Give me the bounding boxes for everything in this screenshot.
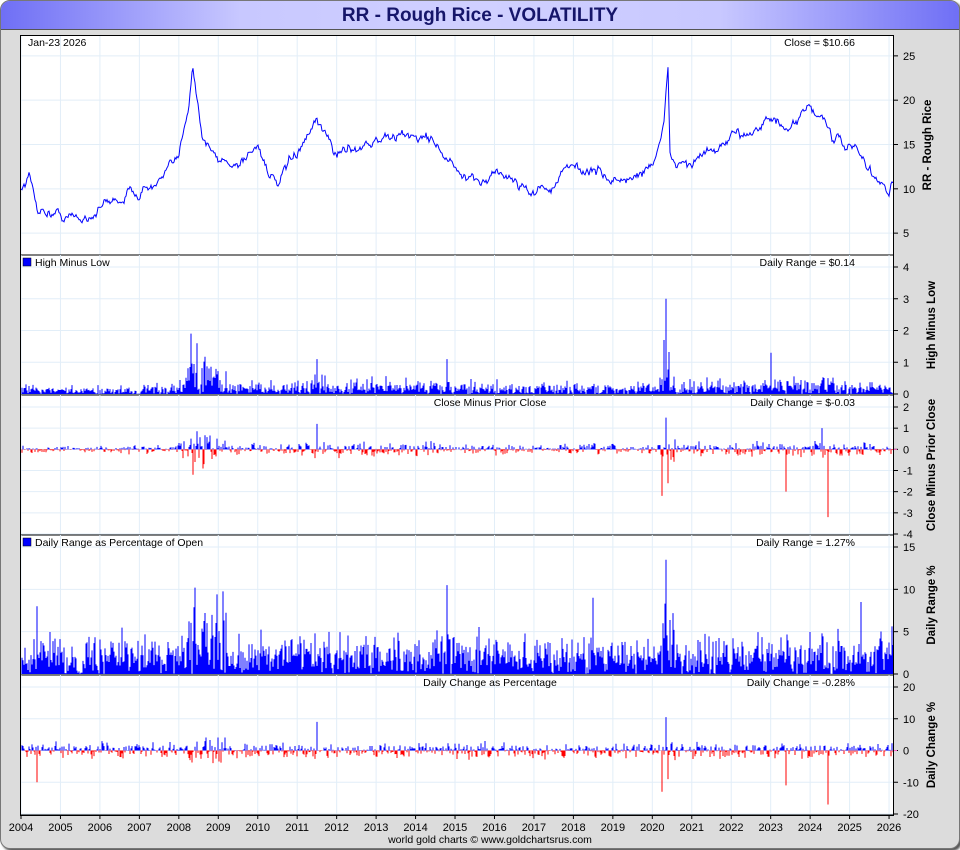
x-tick-label: 2013 (364, 822, 388, 834)
y-tick-label: 20 (903, 95, 915, 107)
plot-background (20, 35, 894, 815)
panel-title: Daily Range as Percentage of Open (35, 537, 203, 549)
x-tick-label: 2022 (719, 822, 743, 834)
x-tick-label: 2009 (206, 822, 230, 834)
panel-title: High Minus Low (35, 257, 110, 269)
y-tick-label: -10 (903, 777, 919, 789)
x-tick-label: 2017 (522, 822, 546, 834)
y-tick-label: 10 (903, 584, 915, 596)
footer-credit: world gold charts © www.goldchartsrus.co… (387, 834, 592, 846)
y-tick-label: -2 (903, 487, 913, 499)
y-tick-label: -1 (903, 466, 913, 478)
y-tick-label: 0 (903, 746, 909, 758)
y-tick-label: 2 (903, 402, 909, 414)
x-tick-label: 2019 (601, 822, 625, 834)
legend-swatch (22, 257, 32, 267)
y-tick-label: 3 (903, 294, 909, 306)
x-tick-label: 2006 (88, 822, 112, 834)
y-axis-label: High Minus Low (926, 281, 938, 369)
legend-swatch (22, 537, 32, 547)
y-tick-label: 5 (903, 627, 909, 639)
x-tick-label: 2010 (245, 822, 269, 834)
x-tick-label: 2026 (877, 822, 901, 834)
y-axis-label: RR - Rough Rice (922, 100, 934, 191)
y-tick-label: 1 (903, 423, 909, 435)
y-tick-label: 15 (903, 542, 915, 554)
y-axis-label: Daily Change % (926, 702, 938, 788)
y-tick-label: 10 (903, 714, 915, 726)
value-label: Daily Range = 1.27% (756, 537, 855, 549)
date-label: Jan-23 2026 (28, 37, 87, 49)
y-tick-label: 0 (903, 669, 909, 681)
x-tick-label: 2024 (798, 822, 822, 834)
y-tick-label: 4 (903, 262, 909, 274)
x-tick-label: 2005 (48, 822, 72, 834)
x-tick-label: 2021 (680, 822, 704, 834)
y-tick-label: 25 (903, 51, 915, 63)
x-tick-label: 2018 (561, 822, 585, 834)
x-tick-label: 2014 (403, 822, 427, 834)
y-tick-label: 20 (903, 682, 915, 694)
value-label: Daily Change = -0.28% (747, 677, 855, 689)
value-label: Daily Change = $-0.03 (750, 397, 855, 409)
x-tick-label: 2016 (482, 822, 506, 834)
x-tick-label: 2025 (837, 822, 861, 834)
y-tick-label: -3 (903, 508, 913, 520)
panel-title: Close Minus Prior Close (434, 397, 547, 409)
x-tick-label: 2012 (324, 822, 348, 834)
x-tick-label: 2015 (443, 822, 467, 834)
x-tick-label: 2023 (758, 822, 782, 834)
x-tick-label: 2007 (127, 822, 151, 834)
y-tick-label: 5 (903, 228, 909, 240)
x-tick-label: 2011 (285, 822, 309, 834)
y-tick-label: 0 (903, 444, 909, 456)
value-label: Daily Range = $0.14 (760, 257, 856, 269)
panel-title: Daily Change as Percentage (423, 677, 557, 689)
value-label: Close = $10.66 (784, 37, 855, 49)
y-tick-label: -20 (903, 809, 919, 821)
y-axis-label: Daily Range % (926, 565, 938, 644)
y-axis-label: Close Minus Prior Close (926, 399, 938, 531)
x-tick-label: 2008 (167, 822, 191, 834)
y-tick-label: 15 (903, 140, 915, 152)
y-tick-label: 1 (903, 357, 909, 369)
volatility-chart: 510152025RR - Rough RiceJan-23 2026 Close… (9, 35, 938, 846)
y-tick-label: 10 (903, 184, 915, 196)
y-tick-label: 0 (903, 389, 909, 401)
y-tick-label: 2 (903, 326, 909, 338)
x-tick-label: 2004 (9, 822, 33, 834)
y-tick-label: -4 (903, 529, 913, 541)
x-tick-label: 2020 (640, 822, 664, 834)
